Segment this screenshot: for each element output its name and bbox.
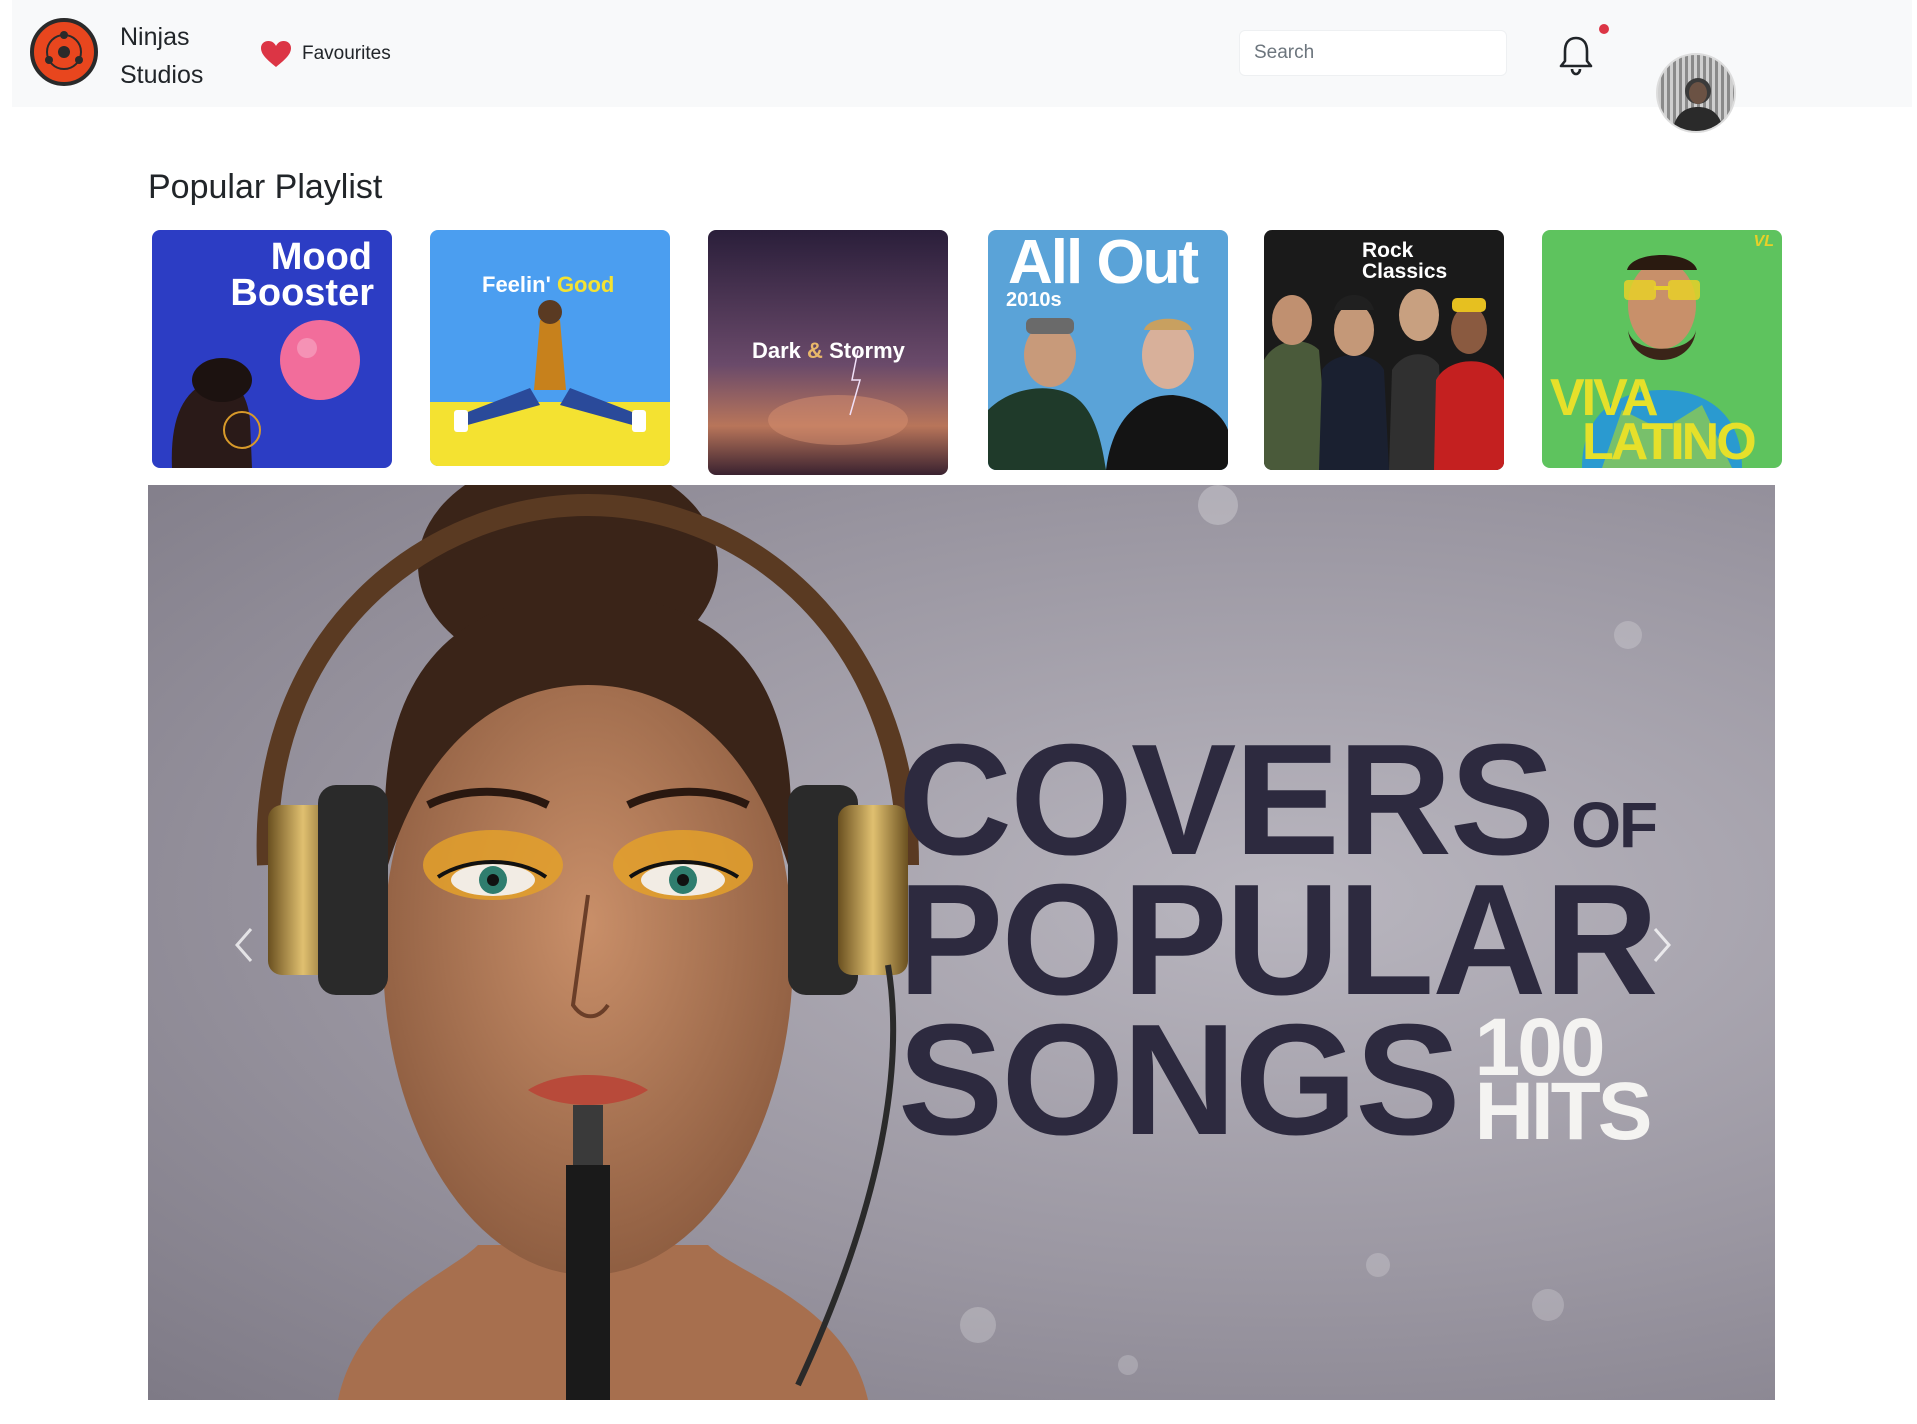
card-title-line2: LATINO xyxy=(1582,413,1757,468)
playlist-card-rock-classics[interactable]: Rock Classics xyxy=(1264,230,1504,470)
playlist-card-all-out-2010s[interactable]: All Out 2010s xyxy=(988,230,1228,470)
hero-line1: COVERS xyxy=(898,712,1555,888)
card-title-part2: Good xyxy=(556,272,615,297)
card-title-line1: All Out xyxy=(1008,230,1199,297)
playlist-card-viva-latino[interactable]: VL VIVA LATINO xyxy=(1542,230,1782,468)
carousel-prev-button[interactable] xyxy=(218,905,268,985)
brand-name[interactable]: Ninjas Studios xyxy=(120,18,230,94)
card-title-part2: Stormy xyxy=(829,338,905,363)
carousel-next-button[interactable] xyxy=(1638,905,1688,985)
heart-icon xyxy=(261,41,291,67)
card-title-amp: & xyxy=(807,338,823,363)
hero-hits: HITS xyxy=(1474,1066,1653,1157)
card-title-line1: Mood xyxy=(270,236,372,278)
search-input[interactable] xyxy=(1239,30,1507,76)
hero-of: OF xyxy=(1571,789,1658,861)
playlist-card-dark-stormy[interactable]: Dark & Stormy xyxy=(708,230,948,475)
card-title: Rock Classics xyxy=(1362,239,1448,283)
card-title: Dark & Stormy xyxy=(752,340,905,362)
chevron-right-icon xyxy=(1653,928,1671,962)
playlist-cover xyxy=(430,230,670,466)
hero-carousel[interactable]: COVERS OF POPULAR SONGS 100 HITS xyxy=(148,485,1775,1400)
hero-line3: SONGS xyxy=(898,992,1461,1168)
card-badge: VL xyxy=(1753,233,1774,250)
card-title-line2: 2010s xyxy=(1006,289,1062,311)
navbar: Ninjas Studios Favourites xyxy=(12,0,1912,107)
notification-badge xyxy=(1599,24,1609,34)
sharingan-logo-icon[interactable] xyxy=(30,18,98,86)
card-title-part1: Feelin' xyxy=(482,272,551,297)
hero-headline: COVERS OF POPULAR SONGS 100 HITS xyxy=(898,712,1758,1168)
bell-icon[interactable] xyxy=(1557,34,1595,76)
chevron-left-icon xyxy=(235,928,253,962)
card-title: Feelin' Good xyxy=(482,274,614,296)
favourites-link[interactable]: Favourites xyxy=(260,38,391,70)
user-avatar[interactable] xyxy=(1656,53,1736,133)
section-title: Popular Playlist xyxy=(148,168,383,206)
playlist-card-mood-booster[interactable]: Mood Booster xyxy=(152,230,392,468)
favourites-label: Favourites xyxy=(302,43,391,64)
card-title-line2: Booster xyxy=(230,272,374,314)
card-title-part1: Dark xyxy=(752,338,801,363)
hero-line2: POPULAR xyxy=(898,852,1658,1028)
playlist-card-feelin-good[interactable]: Feelin' Good xyxy=(430,230,670,466)
